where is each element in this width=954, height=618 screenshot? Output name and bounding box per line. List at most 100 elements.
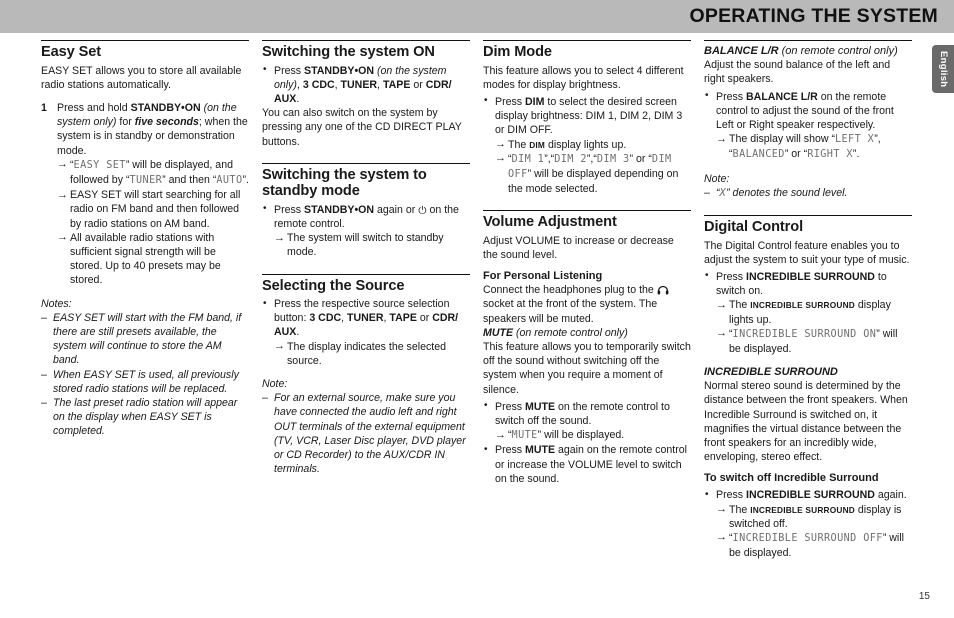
lcd-display-text: DIM 1 xyxy=(511,153,545,165)
text-run: again or xyxy=(374,203,419,216)
text-run: ” and then “ xyxy=(162,173,217,186)
bold-term: STANDBY•ON xyxy=(304,64,375,77)
result-item: → EASY SET will start searching for all r… xyxy=(57,188,249,231)
text-run: The system will switch to standby mode. xyxy=(287,232,444,259)
text-run: The xyxy=(508,138,530,151)
result-item: → The display indicates the selected sour… xyxy=(274,340,470,368)
result-item: → The display will show “LEFT X”, “BALANC… xyxy=(716,132,912,162)
text-run: EASY SET will start searching for all ra… xyxy=(70,189,241,230)
column-2: Switching the system ON Press STANDBY•ON … xyxy=(262,40,470,560)
lcd-display-text: DIM 2 xyxy=(554,153,587,165)
section-intro: Adjust the sound balance of the left and… xyxy=(704,59,891,86)
text-run: Connect the headphones plug to the xyxy=(483,284,657,297)
content-columns: Easy Set EASY SET allows you to store all… xyxy=(41,40,913,560)
text-run: for xyxy=(116,116,135,129)
italic-note: ” denotes the sound level. xyxy=(726,186,848,199)
arrow-icon: → xyxy=(274,231,285,244)
section-balance-lr: BALANCE L/R (on remote control only) Adju… xyxy=(704,40,912,201)
lcd-display-text: MUTE xyxy=(511,430,538,442)
lcd-display-text: EASY SET xyxy=(73,159,126,171)
section-heading: Volume Adjustment xyxy=(483,214,617,231)
subsection-heading: To switch off Incredible Surround xyxy=(704,472,879,485)
headphones-icon xyxy=(657,284,669,295)
result-list: → The INCREDIBLE SURROUND display is swit… xyxy=(716,503,912,561)
arrow-icon: → xyxy=(495,152,506,165)
notes-label: Note: xyxy=(704,172,730,185)
section-heading: Selecting the Source xyxy=(262,277,405,294)
text-run: The xyxy=(729,503,751,516)
bold-italic-term: MUTE xyxy=(483,326,514,339)
result-item: → The INCREDIBLE SURROUND display is swit… xyxy=(716,503,912,531)
numbered-steps: 1 Press and hold STANDBY•ON (on the syste… xyxy=(41,101,249,288)
list-item: Press BALANCE L/R on the remote control … xyxy=(704,89,912,163)
result-list: → The INCREDIBLE SURROUND display lights … xyxy=(716,298,912,356)
text-run: Press xyxy=(495,444,526,457)
lcd-display-text: INCREDIBLE SURROUND ON xyxy=(732,328,877,340)
bold-term: MUTE xyxy=(525,444,556,457)
result-item: → “MUTE” will be displayed. xyxy=(495,428,691,443)
text-run: . xyxy=(296,92,300,105)
text-run: again. xyxy=(874,489,907,502)
text-run: The xyxy=(729,299,751,312)
section-intro: EASY SET allows you to store all availab… xyxy=(41,64,242,91)
arrow-icon: → xyxy=(716,132,727,145)
section-divider xyxy=(483,40,691,41)
subsection-heading-italic: MUTE (on remote control only) xyxy=(483,326,691,340)
arrow-icon: → xyxy=(716,531,727,544)
arrow-icon: → xyxy=(274,340,285,353)
list-item: Press INCREDIBLE SURROUND to switch on.→… xyxy=(704,269,912,356)
result-list: → The system will switch to standby mode. xyxy=(274,231,470,259)
text-run: ”,“ xyxy=(586,152,597,165)
section-heading: Switching the system to standby mode xyxy=(262,166,427,200)
subsection-intro: Normal stereo sound is determined by the… xyxy=(704,380,908,464)
italic-note: (on remote control only) xyxy=(513,326,628,339)
section-dim-mode: Dim Mode This feature allows you to selec… xyxy=(483,40,691,196)
text-run: Press xyxy=(274,203,305,216)
section-heading: Digital Control xyxy=(704,219,804,236)
section-heading: Dim Mode xyxy=(483,44,552,60)
subsection-heading-italic: INCREDIBLE SURROUND xyxy=(704,366,838,379)
lcd-display-text: BALANCED xyxy=(732,149,785,161)
bold-term: TUNER xyxy=(340,78,378,91)
bold-term: STANDBY•ON xyxy=(304,203,375,216)
arrow-icon: → xyxy=(716,503,727,516)
arrow-icon: → xyxy=(716,298,727,311)
text-run: ” or “ xyxy=(784,148,808,161)
note-item: When EASY SET is used, all previously st… xyxy=(41,368,249,396)
power-icon: ⏻ xyxy=(418,204,427,217)
text-run: The display indicates the selected sourc… xyxy=(287,340,446,367)
notes-label: Note: xyxy=(262,378,288,391)
column-1: Easy Set EASY SET allows you to store all… xyxy=(41,40,249,560)
section-heading: Easy Set xyxy=(41,44,102,60)
bold-term: INCREDIBLE SURROUND xyxy=(746,489,875,502)
instruction-list: Press INCREDIBLE SURROUND again.→The INC… xyxy=(704,488,912,560)
section-divider xyxy=(262,273,470,275)
text-run: ” or “ xyxy=(629,152,652,165)
text-run: Press xyxy=(495,95,526,108)
instruction-list: Press STANDBY•ON again or ⏻ on the remot… xyxy=(262,202,470,260)
step-number: 1 xyxy=(41,101,47,114)
subsection-heading: For Personal Listening xyxy=(483,270,603,283)
step-item: 1 Press and hold STANDBY•ON (on the syste… xyxy=(41,101,249,288)
bold-term: INCREDIBLE SURROUND xyxy=(746,270,875,283)
language-tab[interactable]: English xyxy=(932,45,954,93)
text-run: Press xyxy=(716,489,747,502)
bold-term: MUTE xyxy=(525,400,556,413)
result-list: → The display indicates the selected sour… xyxy=(274,340,470,368)
note-item: “X” denotes the sound level. xyxy=(704,186,912,201)
text-run: or xyxy=(410,78,426,91)
instruction-list: Press MUTE on the remote control to swit… xyxy=(483,399,691,486)
notes-list: “X” denotes the sound level. xyxy=(704,186,912,201)
section-switching-on: Switching the system ON Press STANDBY•ON … xyxy=(262,40,470,149)
notes-label: Notes: xyxy=(41,297,72,310)
result-item: → “EASY SET” will be displayed, and follo… xyxy=(57,158,249,188)
bold-term: 3 CDC xyxy=(309,312,342,325)
result-list: → “MUTE” will be displayed. xyxy=(495,428,691,443)
section-outro: You can also switch on the system by pre… xyxy=(262,107,462,148)
instruction-list: Press STANDBY•ON (on the system only), 3… xyxy=(262,63,470,107)
text-run: Press and hold xyxy=(57,101,131,114)
text-run: . xyxy=(296,326,300,339)
note-item: For an external source, make sure you ha… xyxy=(262,391,470,476)
section-divider xyxy=(262,162,470,164)
result-item: → The INCREDIBLE SURROUND display lights … xyxy=(716,298,912,326)
